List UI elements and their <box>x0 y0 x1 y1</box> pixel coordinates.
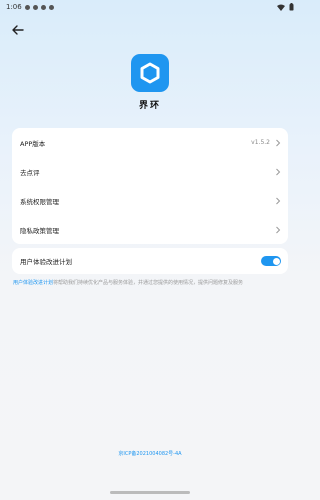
notification-icon <box>40 4 46 10</box>
settings-item-permissions[interactable]: 系统权限管理 <box>12 186 288 215</box>
ux-program-description: 用户体验改进计划将帮助我们持续优化产品与服务体验，并通过您提供的使用情况，提供问… <box>13 279 293 287</box>
settings-card: APP版本 v1.5.2 去点评 系统权限管理 隐私政策管理 <box>12 128 288 244</box>
chevron-right-icon <box>276 168 281 175</box>
settings-item-label: 系统权限管理 <box>20 197 59 206</box>
settings-item-rate[interactable]: 去点评 <box>12 157 288 186</box>
settings-item-label: 去点评 <box>20 168 40 177</box>
app-version-value: v1.5.2 <box>251 139 270 146</box>
hexagon-logo-icon <box>140 62 160 84</box>
gesture-bar <box>110 491 190 494</box>
chevron-right-icon <box>276 139 281 146</box>
ux-program-toggle[interactable] <box>261 256 281 266</box>
ux-program-card: 用户体验改进计划 <box>12 248 288 274</box>
notification-icon <box>32 4 38 10</box>
chevron-right-icon <box>276 226 281 233</box>
wifi-icon <box>277 4 285 11</box>
settings-item-label: APP版本 <box>20 139 46 148</box>
app-name: 界环 <box>138 101 161 111</box>
status-time: 1:06 <box>6 3 22 11</box>
ux-program-label: 用户体验改进计划 <box>20 258 72 266</box>
chevron-right-icon <box>276 197 281 204</box>
battery-icon <box>289 3 294 11</box>
status-bar: 1:06 <box>0 0 300 14</box>
back-button[interactable] <box>8 20 28 40</box>
notification-icon <box>24 4 30 10</box>
description-text: 将帮助我们持续优化产品与服务体验，并通过您提供的使用情况，提供问题修复及服务 <box>53 280 244 286</box>
app-logo <box>131 54 169 92</box>
arrow-left-icon <box>12 25 24 35</box>
toggle-knob <box>272 257 280 265</box>
icp-license-link[interactable]: 京ICP备2021004082号-4A <box>0 450 300 457</box>
notification-icon <box>48 4 54 10</box>
settings-item-privacy[interactable]: 隐私政策管理 <box>12 215 288 244</box>
settings-item-label: 隐私政策管理 <box>20 226 59 235</box>
ux-program-link[interactable]: 用户体验改进计划 <box>13 280 53 286</box>
ux-program-row: 用户体验改进计划 <box>12 248 288 274</box>
settings-item-app-version[interactable]: APP版本 v1.5.2 <box>12 128 288 157</box>
